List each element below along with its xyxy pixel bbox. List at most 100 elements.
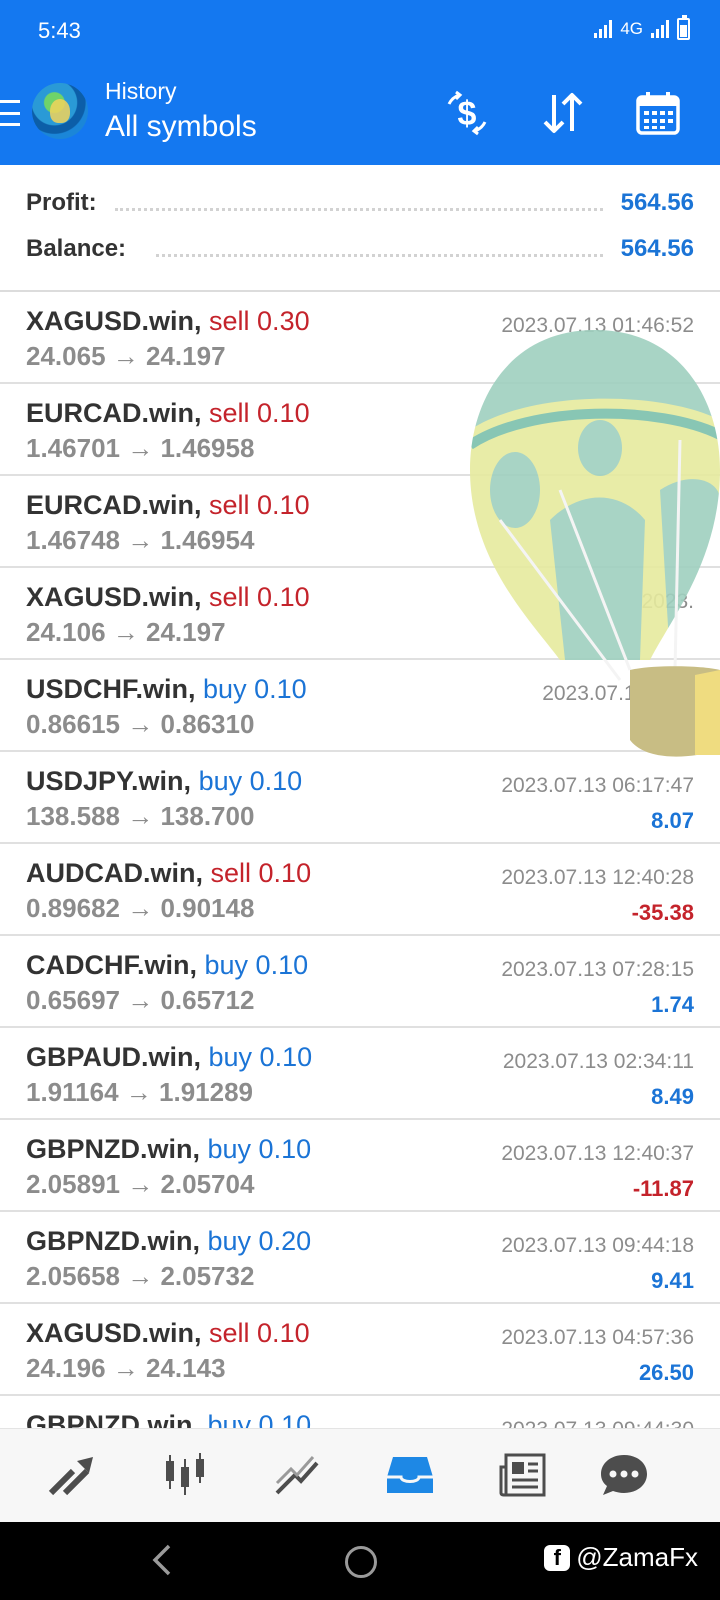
calendar-icon[interactable] — [633, 88, 683, 138]
profit-row: Profit: 564.56 — [26, 183, 694, 223]
deal-prices: 1.46748 → 1.46954 — [26, 525, 254, 556]
dotted-leader — [156, 253, 603, 257]
candlestick-icon[interactable] — [155, 1445, 215, 1505]
deal-close-price: 2.05732 — [160, 1261, 255, 1291]
deal-row[interactable]: GBPNZD.win, buy 0.10 2023.07.13 09:44:30 — [0, 1396, 720, 1428]
deal-symbol: XAGUSD.win, — [26, 582, 202, 612]
deal-volume: buy 0.10 — [198, 766, 303, 796]
deal-open-price: 2.05891 — [26, 1169, 120, 1199]
arrow-right-icon: → — [127, 709, 154, 739]
deal-symbol-line: CADCHF.win, buy 0.10 — [26, 950, 308, 981]
arrow-right-icon: → — [127, 525, 154, 555]
deal-volume: buy 0.10 — [208, 1042, 313, 1072]
chat-bubble-icon[interactable] — [594, 1445, 654, 1505]
deal-symbol-line: USDJPY.win, buy 0.10 — [26, 766, 302, 797]
deal-symbol-line: XAGUSD.win, sell 0.10 — [26, 582, 310, 613]
deal-prices: 2.05658 → 2.05732 — [26, 1261, 254, 1292]
deal-close-price: 1.46954 — [160, 525, 255, 555]
app-bar: 5:43 4G History All symbols $ — [0, 0, 720, 165]
deal-close-price: 0.90148 — [160, 893, 255, 923]
deal-volume: buy 0.10 — [204, 950, 309, 980]
deal-profit: -11.87 — [632, 1176, 694, 1201]
deal-row[interactable]: XAGUSD.win, sell 0.10 24.106 → 24.197 2023… — [0, 568, 720, 660]
deal-time: 2023.07.13 04:57:36 — [501, 1326, 694, 1349]
arrow-right-icon: → — [127, 801, 154, 831]
deal-symbol: XAGUSD.win, — [26, 306, 202, 336]
deal-close-price: 0.65712 — [160, 985, 255, 1015]
system-navigation-bar: f @ZamaFx — [0, 1522, 720, 1600]
deal-row[interactable]: USDJPY.win, buy 0.10 138.588 → 138.700 202… — [0, 752, 720, 844]
inbox-tray-icon[interactable] — [380, 1445, 440, 1505]
trade-trend-icon[interactable] — [268, 1445, 328, 1505]
svg-text:$: $ — [458, 95, 477, 133]
deal-open-price: 24.065 — [26, 341, 106, 371]
deal-symbol-line: GBPNZD.win, buy 0.20 — [26, 1226, 311, 1257]
deal-prices: 0.89682 → 0.90148 — [26, 893, 254, 924]
deal-volume: sell 0.10 — [209, 490, 310, 520]
deal-profit: 8.07 — [651, 808, 694, 833]
account-summary: Profit: 564.56 Balance: 564.56 — [0, 165, 720, 292]
deal-profit: -35.38 — [631, 900, 694, 925]
deal-symbol-line: XAGUSD.win, sell 0.30 — [26, 306, 310, 337]
deal-profit: 9.41 — [651, 1268, 694, 1293]
deal-symbol: GBPAUD.win, — [26, 1042, 201, 1072]
sort-arrows-icon[interactable] — [538, 88, 588, 138]
deal-row[interactable]: GBPNZD.win, buy 0.20 2.05658 → 2.05732 202… — [0, 1212, 720, 1304]
deal-volume: sell 0.30 — [209, 306, 310, 336]
arrow-right-icon: → — [127, 1169, 154, 1199]
deal-close-price: 1.91289 — [159, 1077, 254, 1107]
app-logo — [32, 83, 88, 139]
deal-volume: buy 0.10 — [207, 1410, 312, 1428]
arrow-right-icon: → — [127, 1261, 154, 1291]
deal-open-price: 1.46701 — [26, 433, 120, 463]
deal-symbol-line: USDCHF.win, buy 0.10 — [26, 674, 307, 705]
deal-prices: 24.196 → 24.143 — [26, 1353, 226, 1384]
quotes-arrows-icon[interactable] — [42, 1445, 102, 1505]
deal-volume: sell 0.10 — [210, 858, 312, 888]
deal-symbol: USDCHF.win, — [26, 674, 196, 704]
deal-symbol: EURCAD.win, — [26, 490, 202, 520]
deal-symbol: USDJPY.win, — [26, 766, 192, 796]
deal-time: 2023.07.13 01:46:52 — [501, 314, 694, 337]
deal-row[interactable]: XAGUSD.win, sell 0.10 24.196 → 24.143 2023… — [0, 1304, 720, 1396]
deal-prices: 1.46701 → 1.46958 — [26, 433, 254, 464]
deal-volume: sell 0.10 — [209, 1318, 310, 1348]
deal-open-price: 138.588 — [26, 801, 120, 831]
deal-row[interactable]: AUDCAD.win, sell 0.10 0.89682 → 0.90148 20… — [0, 844, 720, 936]
deal-row[interactable]: GBPAUD.win, buy 0.10 1.91164 → 1.91289 202… — [0, 1028, 720, 1120]
deal-profit: 8.49 — [651, 1084, 694, 1109]
hamburger-menu-icon[interactable] — [0, 100, 20, 126]
deal-time: 2023. — [641, 590, 694, 613]
deal-close-price: 24.197 — [146, 617, 226, 647]
deal-prices: 138.588 → 138.700 — [26, 801, 254, 832]
balance-label: Balance: — [26, 235, 127, 262]
home-icon[interactable] — [345, 1546, 377, 1578]
status-icons: 4G — [594, 15, 690, 40]
deal-row[interactable]: GBPNZD.win, buy 0.10 2.05891 → 2.05704 202… — [0, 1120, 720, 1212]
deal-row[interactable]: CADCHF.win, buy 0.10 0.65697 → 0.65712 202… — [0, 936, 720, 1028]
header-title[interactable]: All symbols — [105, 110, 257, 144]
deal-time: 2023.07.13 02:34:11 — [502, 1050, 694, 1073]
deal-row[interactable]: EURCAD.win, sell 0.10 1.46701 → 1.46958 — [0, 384, 720, 476]
deal-volume: buy 0.10 — [203, 674, 307, 704]
deal-volume: sell 0.10 — [209, 398, 310, 428]
deal-symbol-line: AUDCAD.win, sell 0.10 — [26, 858, 311, 889]
deal-row[interactable]: XAGUSD.win, sell 0.30 24.065 → 24.197 2023… — [0, 292, 720, 384]
dollar-exchange-icon[interactable]: $ — [442, 88, 492, 138]
arrow-right-icon: → — [112, 617, 139, 647]
deal-profit: 1.74 — [651, 992, 694, 1017]
deal-profit: -3 — [674, 716, 694, 741]
deal-symbol-line: EURCAD.win, sell 0.10 — [26, 398, 310, 429]
deal-open-price: 0.86615 — [26, 709, 120, 739]
balance-row: Balance: 564.56 — [26, 229, 694, 269]
deal-row[interactable]: USDCHF.win, buy 0.10 0.86615 → 0.86310 202… — [0, 660, 720, 752]
newspaper-icon[interactable] — [493, 1445, 553, 1505]
deal-time: 2023.07.13 12:4 — [542, 682, 694, 705]
battery-icon — [677, 15, 690, 40]
back-icon[interactable] — [145, 1542, 181, 1578]
deals-list[interactable]: XAGUSD.win, sell 0.30 24.065 → 24.197 2023… — [0, 292, 720, 1428]
deal-open-price: 0.65697 — [26, 985, 120, 1015]
deal-time: 2023.07.13 06:17:47 — [501, 774, 694, 797]
deal-row[interactable]: EURCAD.win, sell 0.10 1.46748 → 1.46954 — [0, 476, 720, 568]
deal-symbol-line: GBPNZD.win, buy 0.10 — [26, 1134, 311, 1165]
